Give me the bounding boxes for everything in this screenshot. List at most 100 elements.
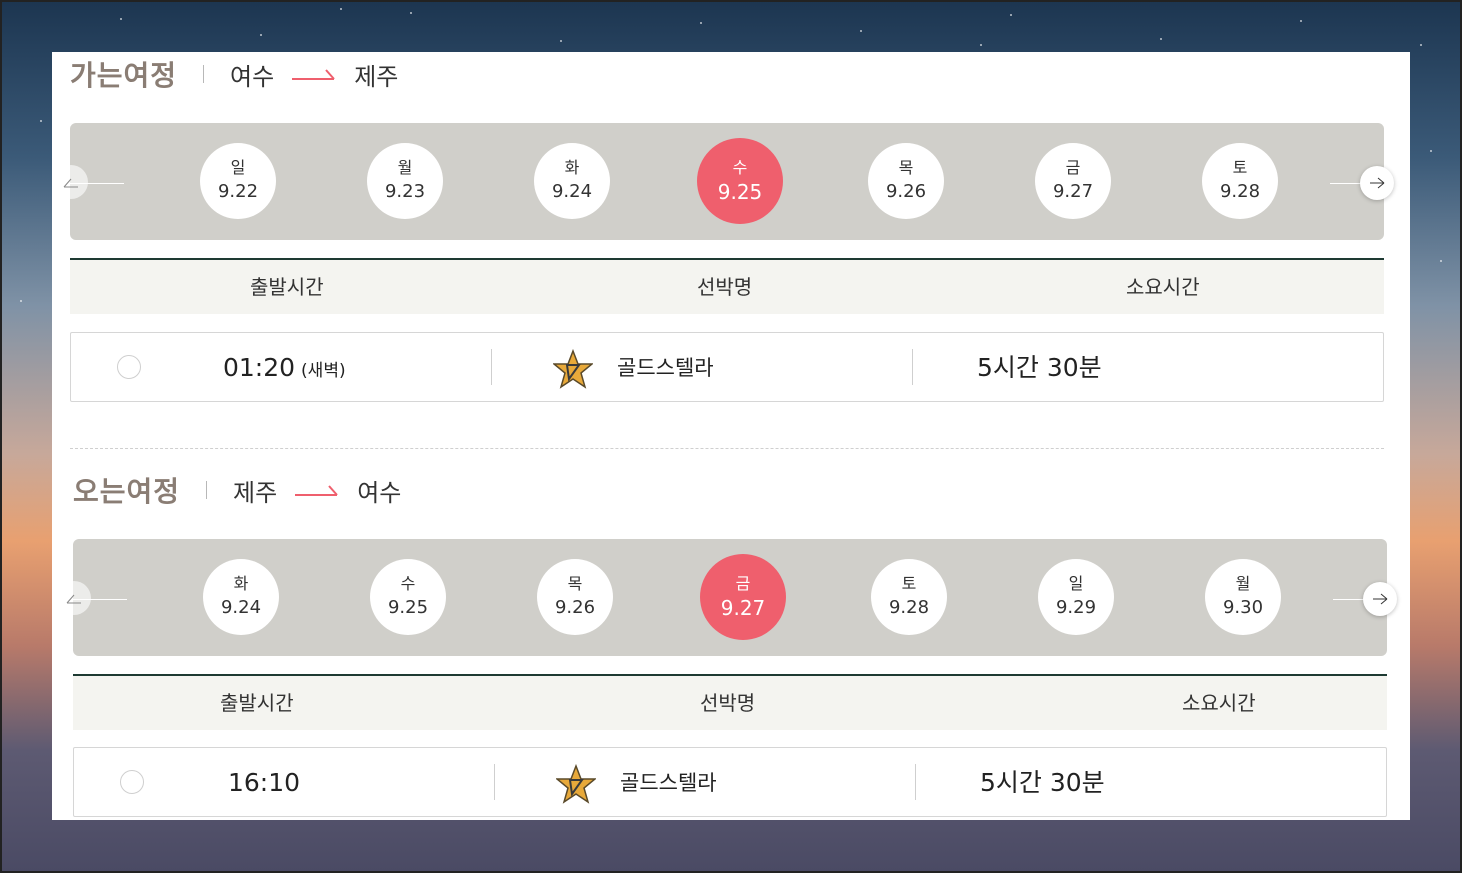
background-star <box>40 120 42 122</box>
background-star <box>560 40 562 42</box>
outbound-day-3-selected[interactable]: 수 9.25 <box>697 138 783 224</box>
day-date: 9.28 <box>888 597 930 618</box>
background-star <box>860 30 862 32</box>
inbound-to-city: 여수 <box>357 478 402 507</box>
inbound-day-1[interactable]: 수 9.25 <box>370 559 446 635</box>
outbound-to-city: 제주 <box>354 62 399 91</box>
day-of-week: 금 <box>1065 158 1081 177</box>
day-of-week: 일 <box>1068 574 1084 593</box>
section-divider <box>70 448 1384 449</box>
header-depart-time: 출발시간 <box>250 275 324 299</box>
day-of-week: 금 <box>735 574 751 593</box>
inbound-day-6[interactable]: 월 9.30 <box>1205 559 1281 635</box>
ship-name: 골드스텔라 <box>620 771 717 795</box>
depart-time: 16:10 <box>228 748 300 818</box>
background-star <box>20 300 22 302</box>
ship-name: 골드스텔라 <box>617 356 714 380</box>
inbound-schedule-row[interactable]: 16:10 골드스텔라 5시간 30분 <box>73 747 1387 817</box>
inbound-table-header: 출발시간 선박명 소요시간 <box>73 674 1387 730</box>
header-duration: 소요시간 <box>1126 275 1200 299</box>
day-date: 9.24 <box>220 597 262 618</box>
day-date: 9.25 <box>717 180 763 204</box>
day-of-week: 목 <box>898 158 914 177</box>
depart-time-value: 16:10 <box>228 768 301 797</box>
day-date: 9.23 <box>384 181 426 202</box>
inbound-header: 오는여정 제주 여수 <box>73 470 401 510</box>
inbound-day-5[interactable]: 일 9.29 <box>1038 559 1114 635</box>
outbound-schedule-row[interactable]: 01:20 (새벽) 골드스텔라 5시간 30분 <box>70 332 1384 402</box>
header-depart-time: 출발시간 <box>220 691 294 715</box>
background-star <box>340 8 342 10</box>
inbound-from-city: 제주 <box>233 478 278 507</box>
schedule-radio[interactable] <box>120 770 144 794</box>
inbound-next-button[interactable] <box>1363 582 1397 616</box>
column-divider <box>915 764 916 800</box>
background-star <box>1430 150 1432 152</box>
background-star <box>1300 20 1302 22</box>
day-of-week: 월 <box>1235 574 1251 593</box>
day-date: 9.26 <box>885 181 927 202</box>
day-of-week: 화 <box>233 574 249 593</box>
day-of-week: 토 <box>901 574 917 593</box>
gold-star-logo-icon <box>556 764 596 804</box>
outbound-day-0[interactable]: 일 9.22 <box>200 143 276 219</box>
inbound-date-bar: 화 9.24 수 9.25 목 9.26 금 9.27 토 9.28 일 9.2… <box>73 539 1387 656</box>
day-of-week: 수 <box>732 158 748 177</box>
background-star <box>120 18 122 20</box>
arrow-left-icon <box>66 594 81 604</box>
right-arrow-icon <box>295 485 338 496</box>
header-ship-name: 선박명 <box>697 275 753 299</box>
divider <box>206 481 208 499</box>
day-date: 9.25 <box>387 597 429 618</box>
depart-time: 01:20 (새벽) <box>223 333 346 403</box>
outbound-day-2[interactable]: 화 9.24 <box>534 143 610 219</box>
duration: 5시간 30분 <box>980 768 1105 797</box>
outbound-day-1[interactable]: 월 9.23 <box>367 143 443 219</box>
day-date: 9.29 <box>1055 597 1097 618</box>
header-duration: 소요시간 <box>1182 691 1256 715</box>
inbound-day-2[interactable]: 목 9.26 <box>537 559 613 635</box>
outbound-header: 가는여정 여수 제주 <box>70 54 398 94</box>
column-divider <box>912 349 913 385</box>
background-star <box>980 44 982 46</box>
outbound-date-bar: 일 9.22 월 9.23 화 9.24 수 9.25 목 9.26 금 9.2… <box>70 123 1384 240</box>
day-date: 9.22 <box>217 181 259 202</box>
day-date: 9.27 <box>720 596 766 620</box>
day-date: 9.28 <box>1219 181 1261 202</box>
gold-star-logo-icon <box>553 349 593 389</box>
outbound-next-button[interactable] <box>1360 166 1394 200</box>
inbound-prev-button[interactable] <box>57 581 91 615</box>
day-of-week: 화 <box>564 158 580 177</box>
inbound-day-3-selected[interactable]: 금 9.27 <box>700 554 786 640</box>
booking-panel: 가는여정 여수 제주 일 9.22 월 9.23 화 9.24 수 9.25 목… <box>52 52 1410 820</box>
inbound-day-0[interactable]: 화 9.24 <box>203 559 279 635</box>
outbound-day-6[interactable]: 토 9.28 <box>1202 143 1278 219</box>
header-ship-name: 선박명 <box>700 691 756 715</box>
background-star <box>1010 14 1012 16</box>
arrow-left-icon <box>63 178 78 188</box>
outbound-day-5[interactable]: 금 9.27 <box>1035 143 1111 219</box>
outbound-day-4[interactable]: 목 9.26 <box>868 143 944 219</box>
background-star <box>260 34 262 36</box>
inbound-day-4[interactable]: 토 9.28 <box>871 559 947 635</box>
column-divider <box>494 764 495 800</box>
divider <box>203 65 205 83</box>
column-divider <box>491 349 492 385</box>
day-of-week: 월 <box>397 158 413 177</box>
background-star <box>1440 260 1442 262</box>
day-of-week: 일 <box>230 158 246 177</box>
day-of-week: 목 <box>567 574 583 593</box>
background-star <box>410 12 412 14</box>
arrow-right-icon <box>1370 177 1385 189</box>
right-arrow-icon <box>292 69 335 80</box>
duration: 5시간 30분 <box>977 353 1102 382</box>
outbound-prev-button[interactable] <box>54 165 88 199</box>
background-star <box>1160 38 1162 40</box>
depart-time-note: (새벽) <box>301 361 346 381</box>
background-star <box>700 22 702 24</box>
outbound-title: 가는여정 <box>70 59 178 92</box>
day-date: 9.24 <box>551 181 593 202</box>
inbound-title: 오는여정 <box>73 475 181 508</box>
schedule-radio[interactable] <box>117 355 141 379</box>
depart-time-value: 01:20 <box>223 353 296 382</box>
